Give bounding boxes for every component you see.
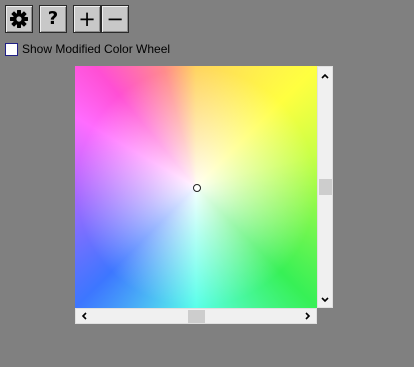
- zoom-out-label: −: [106, 7, 124, 31]
- chevron-right-icon: [305, 307, 311, 325]
- settings-button[interactable]: [5, 5, 33, 33]
- help-label: ?: [47, 8, 59, 29]
- zoom-in-button[interactable]: +: [73, 5, 101, 33]
- help-button[interactable]: ?: [39, 5, 67, 33]
- scroll-left-button[interactable]: [77, 309, 91, 323]
- scroll-up-button[interactable]: [318, 68, 332, 82]
- scroll-right-button[interactable]: [301, 309, 315, 323]
- vertical-scrollbar[interactable]: [317, 66, 333, 308]
- vertical-scroll-thumb[interactable]: [319, 179, 332, 195]
- modified-wheel-checkbox[interactable]: [5, 43, 18, 56]
- color-wheel[interactable]: [75, 66, 317, 308]
- horizontal-scroll-thumb[interactable]: [188, 310, 205, 323]
- chevron-down-icon: [321, 290, 329, 308]
- gear-icon: [9, 9, 29, 29]
- modified-wheel-label: Show Modified Color Wheel: [22, 42, 171, 56]
- color-selection-marker[interactable]: [193, 184, 201, 192]
- zoom-out-button[interactable]: −: [101, 5, 129, 33]
- scroll-down-button[interactable]: [318, 292, 332, 306]
- chevron-up-icon: [321, 66, 329, 84]
- horizontal-scrollbar[interactable]: [75, 308, 317, 324]
- modified-wheel-option: Show Modified Color Wheel: [5, 42, 170, 57]
- zoom-in-label: +: [78, 7, 96, 31]
- chevron-left-icon: [81, 307, 87, 325]
